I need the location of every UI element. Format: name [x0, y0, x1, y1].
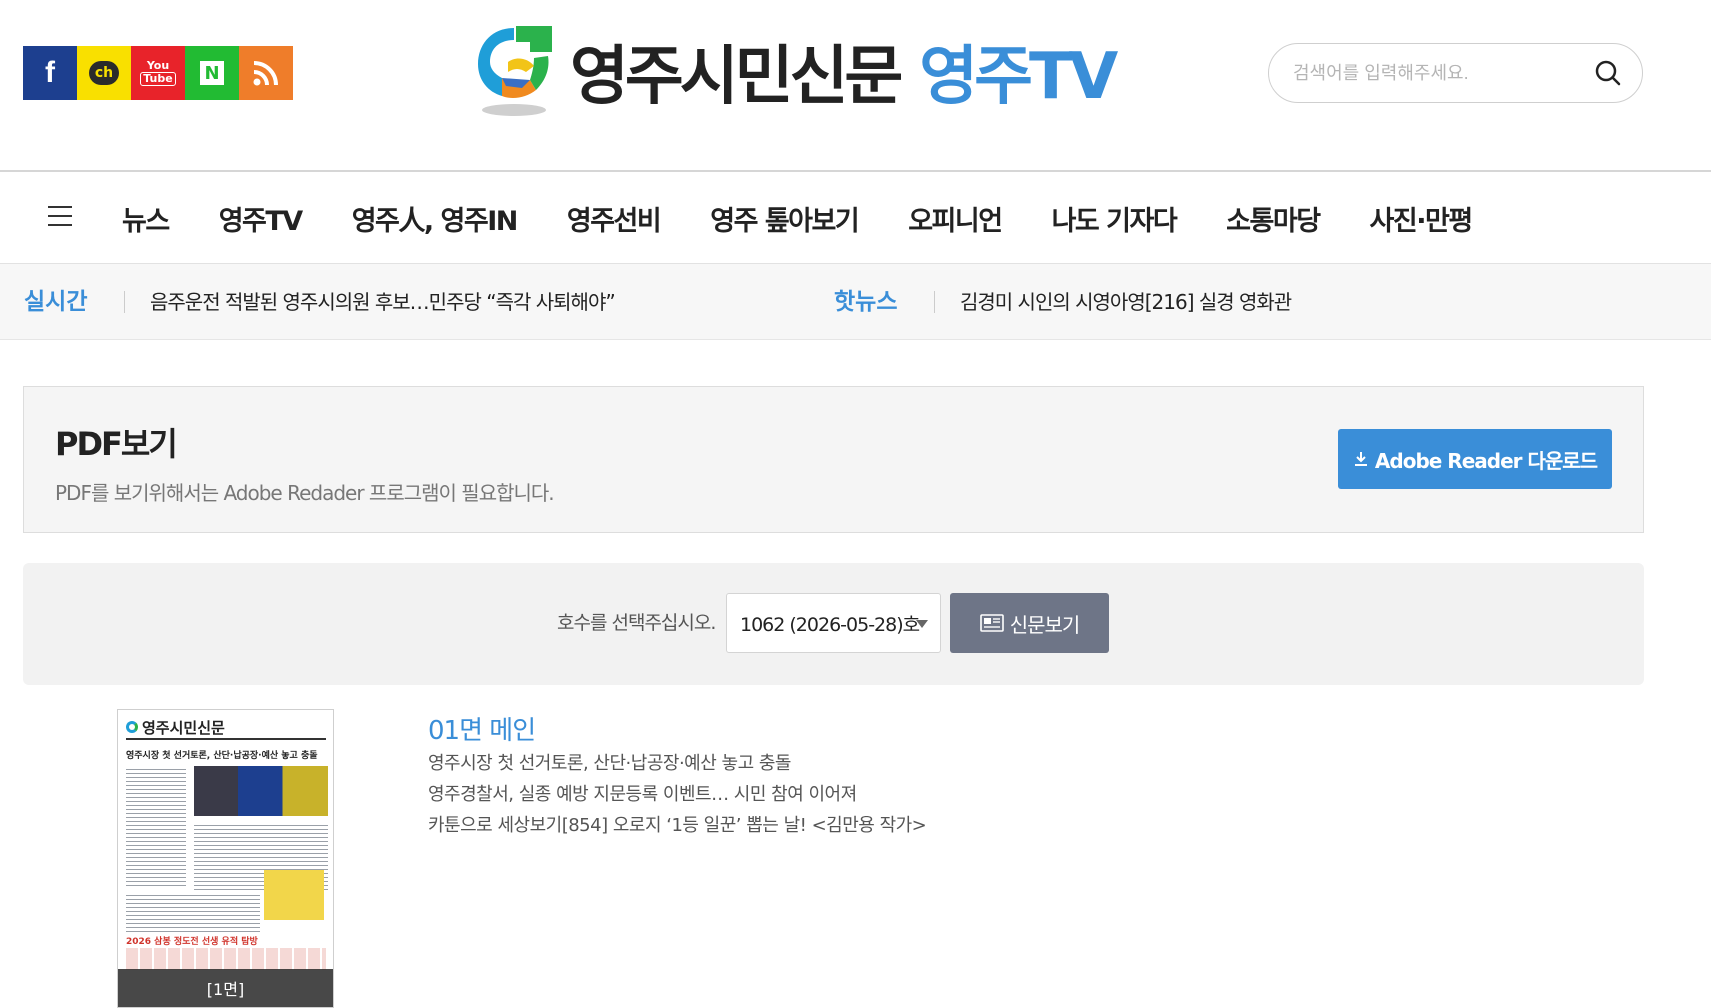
- nav-item-yeongju-people[interactable]: 영주人, 영주IN: [352, 199, 519, 238]
- facebook-icon: f: [45, 56, 55, 89]
- hot-news-label: 핫뉴스: [834, 289, 898, 315]
- rss-icon: [253, 61, 278, 86]
- nav-item-photo-cartoon[interactable]: 사진·만평: [1370, 199, 1474, 238]
- news-ticker: 실시간 음주운전 적발된 영주시의원 후보…민주당 “즉각 사퇴해야” 핫뉴스 …: [0, 264, 1711, 340]
- kakao-channel-link[interactable]: ch: [77, 46, 131, 100]
- thumbnail-banner: 2026 삼봉 정도전 선생 유적 탐방: [126, 937, 258, 947]
- issue-section-title[interactable]: 01면 메인: [428, 710, 536, 747]
- issue-selector: 호수를 선택주십시오. 1062 (2026-05-28)호 신문보기: [23, 563, 1644, 685]
- logo-emblem-icon: [478, 26, 552, 116]
- nav-items: 뉴스 영주TV 영주人, 영주IN 영주선비 영주 톺아보기 오피니언 나도 기…: [122, 172, 1522, 264]
- thumbnail-masthead: 영주시민신문: [126, 716, 326, 740]
- thumbnail-text-block: [126, 892, 260, 932]
- ticker-divider: [124, 291, 125, 313]
- thumbnail-masthead-text: 영주시민신문: [142, 718, 225, 737]
- search-box: [1268, 43, 1643, 103]
- newspaper-thumbnail[interactable]: 영주시민신문 영주시장 첫 선거토론, 산단·납공장·예산 놓고 충돌 2026…: [117, 709, 334, 1008]
- hot-news-headline[interactable]: 김경미 시인의 시영아영[216] 실경 영화관: [960, 264, 1292, 340]
- thumbnail-headline: 영주시장 첫 선거토론, 산단·납공장·예산 놓고 충돌: [126, 751, 318, 761]
- view-button-label: 신문보기: [1009, 612, 1081, 637]
- page-number-label: [1면]: [118, 969, 333, 1007]
- youtube-icon-bottom: Tube: [140, 72, 176, 86]
- nav-item-yeongju-tv[interactable]: 영주TV: [219, 199, 304, 238]
- adobe-reader-download-button[interactable]: Adobe Reader 다운로드: [1338, 429, 1612, 489]
- article-link[interactable]: 카툰으로 세상보기[854] 오로지 ‘1등 일꾼’ 뽑는 날! <김만용 작가…: [428, 810, 927, 841]
- rss-link[interactable]: [239, 46, 293, 100]
- logo-name: 영주시민신문: [570, 40, 903, 114]
- facebook-link[interactable]: f: [23, 46, 77, 100]
- download-icon: [1354, 452, 1367, 466]
- article-link[interactable]: 영주시장 첫 선거토론, 산단·납공장·예산 놓고 충돌: [428, 748, 926, 779]
- caret-down-icon: [916, 620, 928, 628]
- site-logo[interactable]: 영주시민신문 영주TV: [472, 22, 1118, 120]
- thumbnail-ad-block: [126, 948, 326, 970]
- thumbnail-photo: [194, 766, 328, 816]
- naver-icon: N: [200, 61, 224, 85]
- issue-article-list: 영주시장 첫 선거토론, 산단·납공장·예산 놓고 충돌 영주경찰서, 실종 예…: [428, 748, 927, 841]
- search-input[interactable]: [1293, 62, 1594, 84]
- realtime-label: 실시간: [24, 289, 88, 315]
- pdf-description: PDF를 보기위해서는 Adobe Redader 프로그램이 필요합니다.: [55, 481, 555, 505]
- site-header: f ch You Tube N 영주시민신문 영주TV 검색어를 입력해주세요.: [0, 0, 1711, 172]
- social-links: f ch You Tube N: [23, 46, 293, 100]
- issue-select-value: 1062 (2026-05-28)호: [740, 613, 920, 636]
- main-nav: 뉴스 영주TV 영주人, 영주IN 영주선비 영주 톺아보기 오피니언 나도 기…: [0, 172, 1711, 264]
- nav-item-community[interactable]: 소통마당: [1226, 199, 1321, 238]
- ticker-divider: [934, 291, 935, 313]
- youtube-icon: You Tube: [140, 59, 176, 86]
- youtube-icon-top: You: [146, 59, 170, 72]
- thumbnail-logo-icon: [126, 721, 138, 733]
- article-link[interactable]: 영주경찰서, 실종 예방 지문등록 이벤트… 시민 참여 이어져: [428, 779, 926, 810]
- thumbnail-cartoon: [264, 870, 324, 920]
- issue-select[interactable]: 1062 (2026-05-28)호: [726, 593, 941, 653]
- thumbnail-text-column: [126, 766, 186, 886]
- naver-link[interactable]: N: [185, 46, 239, 100]
- nav-item-opinion[interactable]: 오피니언: [908, 199, 1003, 238]
- nav-item-yeongju-seonbi[interactable]: 영주선비: [567, 199, 662, 238]
- menu-icon[interactable]: [48, 206, 72, 226]
- youtube-link[interactable]: You Tube: [131, 46, 185, 100]
- nav-item-yeongju-deep-look[interactable]: 영주 톺아보기: [710, 199, 859, 238]
- adobe-button-label: Adobe Reader 다운로드: [1374, 448, 1598, 473]
- view-newspaper-button[interactable]: 신문보기: [950, 593, 1109, 653]
- nav-item-news[interactable]: 뉴스: [122, 199, 170, 238]
- logo-tv: 영주TV: [919, 40, 1118, 114]
- kakao-channel-icon: ch: [89, 61, 119, 85]
- page-title: PDF보기: [55, 425, 178, 463]
- nav-item-citizen-reporter[interactable]: 나도 기자다: [1052, 199, 1178, 238]
- newspaper-icon: [979, 614, 1004, 632]
- issue-select-label: 호수를 선택주십시오.: [557, 612, 716, 634]
- pdf-info-box: PDF보기 PDF를 보기위해서는 Adobe Redader 프로그램이 필요…: [23, 386, 1644, 533]
- realtime-headline[interactable]: 음주운전 적발된 영주시의원 후보…민주당 “즉각 사퇴해야”: [150, 264, 616, 340]
- search-icon[interactable]: [1594, 59, 1622, 87]
